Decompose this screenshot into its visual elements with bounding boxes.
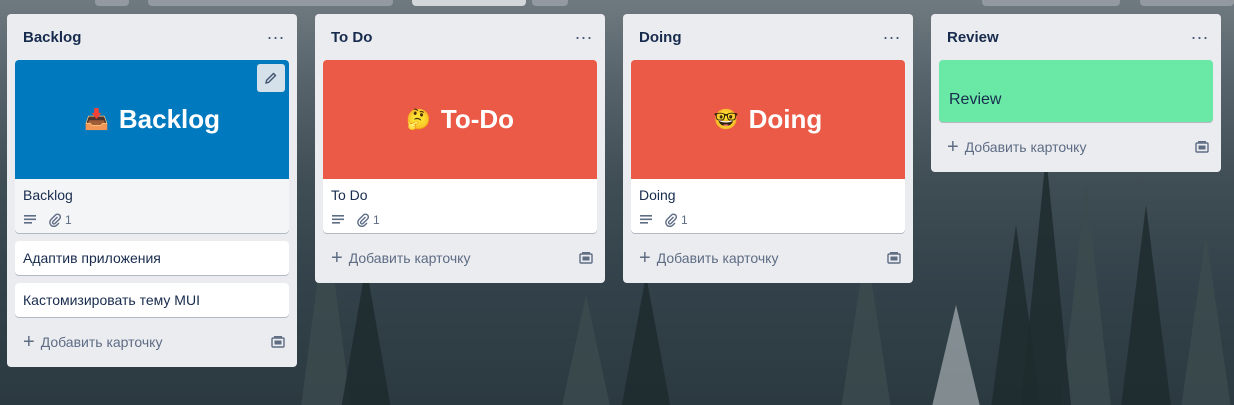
more-icon[interactable]: ... [267,24,285,46]
description-icon [24,215,36,224]
paperclip-icon [665,213,677,227]
description-icon [332,215,344,224]
list-title[interactable]: Doing [639,29,682,46]
header-button[interactable] [982,0,1120,6]
card-badges: 1 [331,213,589,227]
add-card-row: + Добавить карточку [323,241,597,275]
add-card-label: Добавить карточку [656,250,779,266]
card-cover: 🤔 To-Do [323,60,597,179]
list-title[interactable]: To Do [331,29,372,46]
header-button[interactable] [412,0,526,6]
attachment-badge: 1 [49,213,72,227]
add-card-label: Добавить карточку [964,139,1087,155]
card-body: Doing 1 [631,179,905,233]
card-item[interactable]: Адаптив приложения [15,241,289,275]
add-card-row: + Добавить карточку [15,325,289,359]
card-template-icon[interactable] [271,335,285,349]
card-item[interactable]: Кастомизировать тему MUI [15,283,289,317]
card-todo[interactable]: 🤔 To-Do To Do 1 [323,60,597,233]
description-badge [331,214,345,226]
attachment-badge: 1 [357,213,380,227]
description-badge [23,214,37,226]
card-title: Doing [639,187,676,203]
header-button[interactable] [148,0,393,6]
add-card-button[interactable]: + Добавить карточку [947,136,1087,158]
add-card-button[interactable]: + Добавить карточку [639,247,779,269]
nerd-emoji-icon: 🤓 [713,109,739,131]
more-icon[interactable]: ... [575,24,593,46]
card-doing[interactable]: 🤓 Doing Doing 1 [631,60,905,233]
description-badge [639,214,653,226]
list-backlog: Backlog ... 📥 Backlog Backlog 1 Адаптив … [7,14,297,367]
card-template-icon[interactable] [1195,140,1209,154]
plus-icon: + [23,331,35,353]
card-cover: 🤓 Doing [631,60,905,179]
add-card-button[interactable]: + Добавить карточку [23,331,163,353]
cover-text: Backlog [118,104,221,134]
card-body: Backlog 1 [15,179,289,233]
list-header: Doing ... [631,14,905,60]
description-icon [640,215,652,224]
add-card-row: + Добавить карточку [939,130,1213,164]
attachment-badge: 1 [665,213,688,227]
list-header: Backlog ... [15,14,289,60]
paperclip-icon [49,213,61,227]
plus-icon: + [639,247,651,269]
header-button[interactable] [532,0,568,6]
card-badges: 1 [23,213,281,227]
list-header: Review ... [939,14,1213,60]
card-title: To Do [331,187,368,203]
list-header: To Do ... [323,14,597,60]
add-card-label: Добавить карточку [348,250,471,266]
header-button[interactable] [1140,0,1234,6]
card-backlog[interactable]: 📥 Backlog Backlog 1 [15,60,289,233]
list-review: Review ... Review + Добавить карточку [931,14,1221,172]
thinking-emoji-icon: 🤔 [405,109,431,131]
card-template-icon[interactable] [579,251,593,265]
attachment-count: 1 [373,213,380,227]
pencil-icon [265,72,277,84]
edit-card-button[interactable] [257,64,285,92]
card-review[interactable]: Review [939,60,1213,122]
cover-text: Doing [748,104,823,134]
add-card-row: + Добавить карточку [631,241,905,275]
header-button[interactable] [95,0,129,6]
cover-text: To-Do [440,104,515,134]
list-doing: Doing ... 🤓 Doing Doing 1 + Добавить кар… [623,14,913,283]
plus-icon: + [947,136,959,158]
inbox-emoji-icon: 📥 [83,109,109,131]
card-badges: 1 [639,213,897,227]
card-cover: 📥 Backlog [15,60,289,179]
card-body: To Do 1 [323,179,597,233]
attachment-count: 1 [681,213,688,227]
more-icon[interactable]: ... [1191,24,1209,46]
list-todo: To Do ... 🤔 To-Do To Do 1 + Добавить кар… [315,14,605,283]
list-title[interactable]: Backlog [23,29,81,46]
attachment-count: 1 [65,213,72,227]
add-card-label: Добавить карточку [40,334,163,350]
more-icon[interactable]: ... [883,24,901,46]
card-template-icon[interactable] [887,251,901,265]
add-card-button[interactable]: + Добавить карточку [331,247,471,269]
list-title[interactable]: Review [947,29,999,46]
card-title: Backlog [23,187,73,203]
paperclip-icon [357,213,369,227]
plus-icon: + [331,247,343,269]
